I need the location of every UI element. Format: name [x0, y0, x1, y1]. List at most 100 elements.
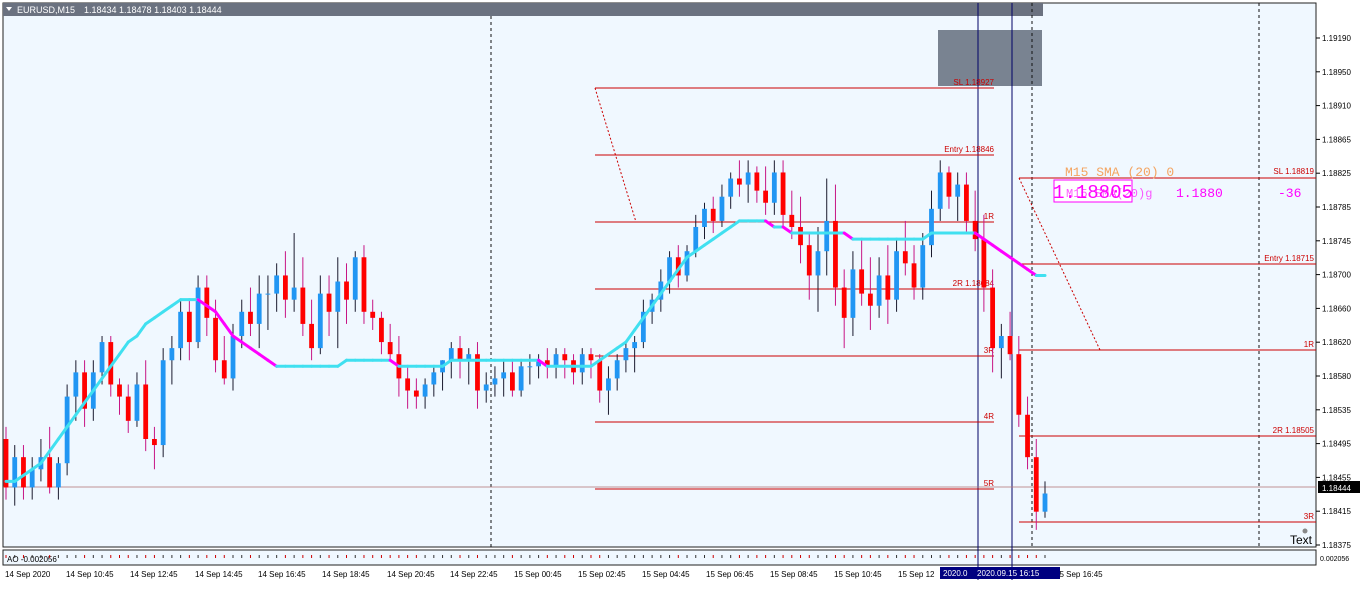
candle-body [492, 378, 498, 385]
time-tick-label: 14 Sep 22:45 [450, 570, 498, 579]
time-tick-label: 15 Sep 02:45 [578, 570, 626, 579]
time-tick-label: 14 Sep 2020 [5, 570, 51, 579]
candle-body [501, 372, 507, 379]
candle-body [833, 220, 838, 288]
time-tick-label: 14 Sep 10:45 [66, 570, 114, 579]
candle-body [239, 311, 245, 337]
ao-right-value: 0.002056 [1320, 556, 1349, 563]
candle-body [448, 348, 454, 361]
candle-body [597, 360, 603, 391]
right-2r-label: 2R 1.18505 [1273, 426, 1315, 435]
candle-body [728, 178, 734, 197]
chart-window[interactable]: EURUSD,M15 1.18434 1.18478 1.18403 1.184… [0, 0, 1362, 585]
price-tick-label: 1.18910 [1322, 102, 1351, 111]
candle-body [623, 348, 629, 361]
candle-body [405, 378, 411, 391]
price-tick-label: 1.18745 [1322, 237, 1351, 246]
candle-body [309, 323, 314, 349]
candle-body [946, 172, 952, 197]
left-4r-label: 4R [984, 412, 994, 421]
candle-body [859, 269, 865, 294]
candle-body [780, 172, 786, 215]
candle-body [361, 257, 367, 312]
candle-body [21, 457, 26, 488]
price-tick-label: 1.18700 [1322, 271, 1351, 280]
candle-body [990, 287, 996, 349]
time-tick-label: 14 Sep 18:45 [322, 570, 370, 579]
candle-body [422, 384, 428, 397]
candle-body [221, 360, 227, 379]
indicator-pane[interactable] [2, 549, 1317, 566]
candle-body [964, 184, 969, 221]
candle-body [1033, 457, 1039, 512]
chart-canvas[interactable]: EURUSD,M15 1.18434 1.18478 1.18403 1.184… [0, 0, 1362, 585]
candle-body [230, 336, 236, 379]
price-tick-label: 1.18535 [1322, 406, 1351, 415]
candle-body [352, 257, 358, 300]
candle-body [614, 360, 620, 379]
candle-body [632, 342, 638, 349]
candle-body [527, 366, 533, 368]
candle-body [256, 293, 262, 324]
candle-body [894, 251, 899, 300]
candle-body [579, 354, 585, 373]
right-1r-label: 1R [1304, 340, 1314, 349]
candle-body [815, 251, 821, 276]
price-tick-label: 1.18375 [1322, 541, 1351, 550]
candle-body [806, 245, 812, 276]
stat-price: 1.1880 [1176, 186, 1223, 201]
candle-body [562, 354, 568, 361]
candle-body [55, 463, 61, 488]
candle-body [457, 348, 463, 361]
candle-body [771, 172, 777, 203]
candle-body [754, 172, 760, 191]
plot-area[interactable] [2, 2, 1317, 548]
candle-body [204, 287, 210, 318]
candle-body [47, 457, 53, 488]
right-sl-label: SL 1.18819 [1273, 167, 1314, 176]
candle-body [693, 226, 699, 252]
candle-body [134, 384, 140, 421]
candle-body [125, 396, 131, 421]
price-tick-label: 1.18660 [1322, 304, 1351, 313]
candle-body [841, 287, 847, 318]
time-tick-label: 15 Sep 12 [898, 570, 935, 579]
candle-body [335, 281, 341, 312]
candle-body [143, 384, 149, 439]
candle-body [763, 190, 769, 203]
candle-body [1042, 493, 1048, 512]
candle-body [344, 281, 349, 300]
candle-body [710, 208, 716, 221]
symbol-label: EURUSD,M15 [17, 5, 75, 15]
candle-body [387, 342, 393, 355]
candle-body [1025, 414, 1030, 458]
candle-body [937, 172, 943, 209]
time-tick-label: 14 Sep 16:45 [258, 570, 306, 579]
price-tick-label: 1.18825 [1322, 169, 1351, 178]
candle-body [867, 293, 873, 306]
candle-body [178, 311, 184, 349]
time-tick-label: 15 Sep 00:45 [514, 570, 562, 579]
left-entry-label: Entry 1.18846 [944, 145, 994, 154]
right-entry-label: Entry 1.18715 [1264, 254, 1314, 263]
time-tick-label: 15 Sep 16:45 [1055, 570, 1103, 579]
candle-body [955, 184, 961, 197]
candle-body [186, 311, 192, 343]
candle-body [553, 354, 559, 367]
candle-body [824, 220, 830, 252]
time-tick-label: 15 Sep 08:45 [770, 570, 818, 579]
price-tick-label: 1.18580 [1322, 372, 1351, 381]
stat-diff: -36 [1278, 186, 1301, 201]
candle-body [195, 287, 201, 343]
candle-body [213, 317, 218, 361]
candle-body [379, 317, 384, 343]
price-tick-label: 1.18865 [1322, 135, 1351, 144]
candle-body [117, 384, 122, 397]
candle-body [510, 372, 515, 391]
time-tick-label: 14 Sep 20:45 [387, 570, 435, 579]
time-tick-label: 15 Sep 04:45 [642, 570, 690, 579]
text-label[interactable]: Text [1290, 533, 1313, 547]
price-tick-label: 1.18620 [1322, 338, 1351, 347]
price-tick-label: 1.18495 [1322, 440, 1351, 449]
right-3r-label: 3R [1304, 512, 1314, 521]
